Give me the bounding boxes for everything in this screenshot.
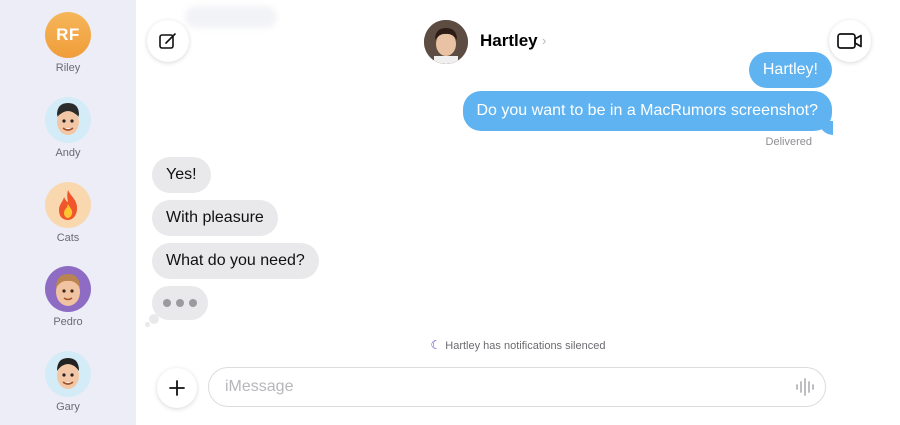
sidebar-item-label: Cats [56,232,80,244]
compose-icon [159,33,176,49]
memoji-face-icon [57,103,79,135]
add-attachment-button[interactable] [157,368,197,408]
moon-icon: ☾ [430,338,442,352]
memoji-avatar [45,351,91,397]
sidebar-item-label: Andy [55,147,81,159]
avatar-initials: RF [56,25,80,44]
sent-message-bubble[interactable]: Hartley! [748,52,832,88]
chevron-right-icon[interactable]: › [542,33,546,48]
typing-indicator [152,286,208,320]
fire-icon [59,190,78,220]
fire-avatar [45,182,91,228]
compose-button[interactable] [147,20,189,62]
typing-tail [145,322,150,327]
sidebar-item-label: Pedro [53,316,83,328]
delivered-status: Delivered [765,136,812,148]
received-message-bubble[interactable]: With pleasure [152,200,278,236]
waveform-icon[interactable] [794,377,816,397]
conversation-title[interactable]: Hartley [480,31,538,51]
typing-dot [189,299,197,307]
received-message-bubble[interactable]: What do you need? [152,243,319,279]
sidebar-item-label: Riley [55,62,81,74]
contact-avatar[interactable] [424,20,468,64]
sidebar-item-label: Gary [56,401,80,413]
typing-dot [176,299,184,307]
typing-tail [149,314,159,324]
sidebar-item-andy[interactable]: Andy [0,97,136,159]
contact-photo-icon [424,20,468,64]
facetime-video-button[interactable] [829,20,871,62]
avatar: RF [45,12,91,58]
received-message-bubble[interactable]: Yes! [152,157,211,193]
blurred-search-field [185,6,277,28]
typing-dot [163,299,171,307]
video-camera-icon [837,33,862,49]
conversation-sidebar: RF Riley Andy Cats Pedro Gary [0,0,136,425]
sidebar-item-pedro[interactable]: Pedro [0,266,136,328]
memoji-face-icon [57,358,79,389]
sidebar-item-cats[interactable]: Cats [0,182,136,244]
sent-message-bubble[interactable]: Do you want to be in a MacRumors screens… [462,91,832,131]
bubble-tail [819,121,833,135]
notifications-silenced-notice: ☾ Hartley has notifications silenced [0,338,900,352]
memoji-face-icon [56,274,80,306]
plus-icon [169,380,185,396]
sidebar-item-gary[interactable]: Gary [0,351,136,413]
message-input[interactable] [208,367,826,407]
memoji-avatar [45,97,91,143]
sidebar-item-riley[interactable]: RF Riley [0,12,136,74]
notice-text: Hartley has notifications silenced [445,340,606,352]
memoji-avatar [45,266,91,312]
